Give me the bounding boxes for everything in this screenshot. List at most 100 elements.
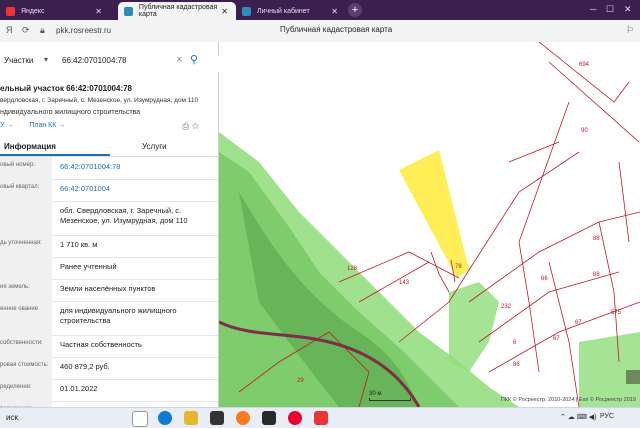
taskbar-search[interactable]: иск: [6, 413, 18, 422]
map-canvas[interactable]: 694 90 128 143 78 66 88 88 232 6 67 67 575 86 29: [219, 42, 640, 407]
yandex-favicon-icon: [6, 6, 15, 16]
attribute-value[interactable]: 66:42:0701004:78: [60, 162, 210, 172]
attribute-row: обл. Свердловская, г. Заречный, с. Мезен…: [0, 201, 218, 236]
parcel-number-label[interactable]: 128: [347, 266, 358, 272]
parcel-number-label[interactable]: 67: [553, 336, 560, 342]
parcel-number-label[interactable]: 86: [513, 362, 520, 368]
parcel-number-label[interactable]: 232: [501, 304, 512, 310]
parcel-number-label[interactable]: 6: [513, 340, 517, 346]
new-tab-button[interactable]: +: [348, 3, 362, 17]
browser-tab-bar: Яндекс ✕ Публичная кадастровая карта ✕ Л…: [0, 0, 640, 20]
rosreestr-favicon-icon: [242, 6, 251, 16]
chevron-down-icon[interactable]: ▾: [44, 55, 48, 64]
task-view-icon[interactable]: [132, 411, 148, 427]
attribute-value: 1 710 кв. м: [60, 240, 98, 249]
selected-parcel[interactable]: [399, 150, 469, 278]
lock-icon: 🔒︎: [40, 25, 45, 35]
card-links: У → План КК →: [0, 122, 79, 129]
attribute-value: Земли населённых пунктов: [60, 284, 156, 293]
minimize-icon[interactable]: ─: [590, 4, 596, 14]
attribute-value: 01.01.2022: [60, 384, 98, 393]
attribute-value: Частная собственность: [60, 340, 142, 349]
green-zone-3: [449, 282, 499, 372]
parcel-number-label[interactable]: 88: [593, 236, 600, 242]
attribute-value[interactable]: 66:42:0701004: [60, 184, 210, 194]
attribute-label: [0, 257, 52, 279]
parcel-number-label[interactable]: 78: [455, 264, 462, 270]
parcel-number-label[interactable]: 143: [399, 280, 410, 286]
attribute-row: ровая стоимость: 460 879,2 руб.: [0, 357, 218, 380]
yandex-logo-icon[interactable]: Я: [6, 25, 13, 35]
url-field[interactable]: pkk.rosreestr.ru: [52, 24, 115, 38]
attribute-row: ия земель: Земли населённых пунктов: [0, 279, 218, 302]
map-copyright: ПКК © Росреестр, 2010-2024 | Esri © Роср…: [500, 397, 636, 403]
tray-icons[interactable]: ⌃ ☁ ⌨ ◀): [560, 413, 597, 421]
parcel-use: ндивидуального жилищного строительства: [0, 109, 141, 116]
attribute-row: овый номер: 66:42:0701004:78: [0, 157, 218, 180]
maximize-icon[interactable]: ☐: [606, 4, 614, 15]
attribute-value: Ранее учтенный: [60, 262, 117, 271]
scale-label: 30 м: [369, 391, 382, 397]
firefox-icon[interactable]: [236, 411, 250, 425]
tab-services[interactable]: Услуги: [142, 142, 167, 151]
taskbar: иск ⌃ ☁ ⌨ ◀) РУС: [0, 407, 640, 428]
parcel-number-label[interactable]: 694: [579, 62, 590, 68]
info-panel: Участки ▾ 66:42:0701004:78 ✕ ⚲ ельный уч…: [0, 42, 219, 407]
rosreestr-favicon-icon: [124, 6, 133, 16]
print-icon[interactable]: ⎙ ☆: [182, 121, 199, 132]
link-extract[interactable]: У →: [0, 122, 13, 129]
close-tab-icon[interactable]: ✕: [95, 7, 102, 16]
tab-yandex[interactable]: Яндекс ✕: [6, 2, 110, 20]
protect-icon[interactable]: ⟳: [22, 25, 30, 36]
parcel-number-label[interactable]: 67: [575, 320, 582, 326]
info-tabs: Информация Услуги: [0, 138, 218, 157]
tab-personal-account[interactable]: Личный кабинет ✕: [238, 2, 346, 20]
address-bar: Я ⟳ 🔒︎ pkk.rosreestr.ru Публичная кадаст…: [0, 20, 640, 43]
word-icon[interactable]: [262, 411, 276, 425]
search-input[interactable]: 66:42:0701004:78: [62, 56, 127, 65]
tab-label: Личный кабинет: [257, 7, 310, 15]
search-type-select[interactable]: Участки: [4, 56, 33, 65]
close-tab-icon[interactable]: ✕: [221, 7, 228, 16]
attribute-label: дь уточненная:: [0, 235, 52, 257]
attribute-value: обл. Свердловская, г. Заречный, с. Мезен…: [60, 206, 188, 225]
language-indicator[interactable]: РУС: [600, 413, 614, 420]
close-window-icon[interactable]: ✕: [624, 4, 632, 15]
attribute-label: ределения:: [0, 379, 52, 401]
tab-label: Яндекс: [21, 7, 45, 15]
search-icon[interactable]: ⚲: [190, 53, 198, 66]
basemap-toggle[interactable]: [626, 370, 640, 384]
parcel-address: вердловская, г. Заречный, с. Мезенское, …: [0, 97, 199, 104]
edge-icon[interactable]: [158, 411, 172, 425]
attribute-label: [0, 201, 52, 235]
parcel-number-label[interactable]: 575: [611, 310, 622, 316]
parcel-number-label[interactable]: 66: [541, 276, 548, 282]
attribute-label: овый квартал:: [0, 179, 52, 201]
yandex-browser-icon[interactable]: [288, 411, 302, 425]
parcel-number-label[interactable]: 29: [297, 378, 304, 384]
explorer-icon[interactable]: [184, 411, 198, 425]
tab-information[interactable]: Информация: [4, 142, 56, 151]
scale-bar: 30 м: [369, 391, 411, 401]
page-title: Публичная кадастровая карта: [280, 25, 393, 34]
store-icon[interactable]: [210, 411, 224, 425]
clear-search-icon[interactable]: ✕: [176, 55, 183, 64]
parcel-number-label[interactable]: 90: [581, 128, 588, 134]
link-plan-kk[interactable]: План КК →: [29, 122, 65, 129]
close-tab-icon[interactable]: ✕: [331, 7, 338, 16]
cadastral-map[interactable]: 694 90 128 143 78 66 88 88 232 6 67 67 575 86 29 30 м …: [219, 42, 640, 407]
attribute-label: енное ование: [0, 301, 52, 335]
search-bar: Участки ▾ 66:42:0701004:78 ✕ ⚲: [0, 50, 212, 72]
bookmark-icon[interactable]: ⚐: [626, 25, 634, 36]
attribute-row: енное ование для индивидуального жилищног…: [0, 301, 218, 336]
attribute-label: овый номер:: [0, 157, 52, 179]
attribute-row: собственности: Частная собственность: [0, 335, 218, 358]
parcel-number-label[interactable]: 88: [593, 272, 600, 278]
star-icon[interactable]: ☆: [192, 121, 199, 131]
attribute-label: собственности:: [0, 335, 52, 357]
tab-cadastral-map[interactable]: Публичная кадастровая карта ✕: [118, 2, 236, 20]
attribute-row: овый квартал: 66:42:0701004: [0, 179, 218, 202]
yandex-app-icon[interactable]: [314, 411, 328, 425]
attribute-value: 460 879,2 руб.: [60, 362, 110, 371]
attribute-row: дь уточненная: 1 710 кв. м: [0, 235, 218, 258]
